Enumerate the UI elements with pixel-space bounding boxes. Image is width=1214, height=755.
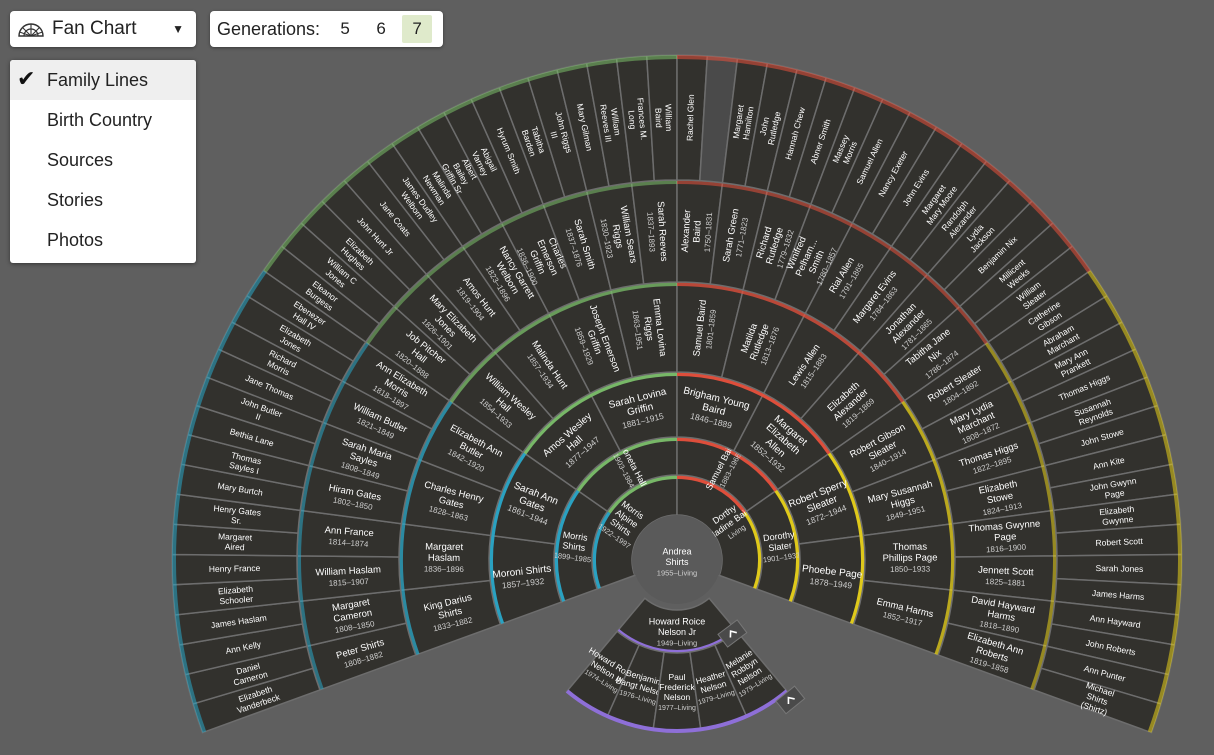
ancestor-label: Ann France1814–1874 [324, 525, 374, 549]
person-name: Thomas [893, 542, 928, 553]
ancestor-label: MargaretCameron1808–1850 [331, 597, 375, 635]
person-name: Baird [653, 108, 664, 128]
person-name: Paul [668, 672, 685, 682]
person-name: Shirts [665, 557, 689, 567]
person-name: Long [626, 110, 638, 130]
caret-down-icon: ▼ [172, 22, 184, 36]
person-name: Howard Roice [649, 617, 706, 627]
person-name: Rachel Glen [685, 94, 696, 141]
ancestor-label: MargaretHaslam1836–1896 [424, 542, 465, 574]
person-name: Page [994, 531, 1017, 544]
generation-option-6[interactable]: 6 [366, 15, 396, 43]
view-mode-menu: ✔ Family Lines Birth Country Sources Sto… [10, 60, 196, 263]
person-dates: 1949–Living [657, 639, 697, 648]
descendant-fan: Howard RoiceNelson Jr1949–LivingHoward R… [565, 597, 806, 733]
person-name: Margaret [425, 542, 463, 553]
person-name: Phillips Page [882, 552, 937, 564]
menu-item-family-lines[interactable]: ✔ Family Lines [10, 60, 196, 100]
menu-item-label: Sources [47, 149, 114, 170]
checkmark-icon: ✔ [17, 66, 36, 91]
menu-item-label: Photos [47, 229, 104, 250]
person-name: Frederick [659, 682, 695, 692]
person-name: Nelson [664, 692, 691, 702]
generation-option-5[interactable]: 5 [330, 15, 360, 43]
fan-chart-icon [18, 23, 44, 37]
person-dates: 1977–Living [658, 705, 696, 712]
chart-type-label: Fan Chart [52, 18, 137, 39]
person-dates: 1955–Living [657, 569, 697, 578]
ancestor-label: Sarah Jones [1095, 563, 1143, 574]
person-dates: 1836–1896 [424, 565, 465, 574]
chart-type-dropdown[interactable]: Fan Chart ▼ [10, 11, 196, 47]
person-dates: 1850–1933 [890, 565, 931, 574]
ancestor-label: WilliamBaird [653, 104, 674, 132]
menu-item-birth-country[interactable]: Birth Country [10, 100, 196, 140]
generation-option-7[interactable]: 7 [402, 15, 433, 43]
person-name: Margaret [218, 531, 253, 542]
menu-item-stories[interactable]: Stories [10, 180, 196, 220]
ancestor-label: ElizabethGwynne [1099, 504, 1135, 527]
menu-item-sources[interactable]: Sources [10, 140, 196, 180]
menu-item-label: Stories [47, 189, 104, 210]
ancestor-label: ElizabethSchooler [218, 584, 254, 607]
person-name: Sarah Jones [1095, 563, 1143, 574]
ancestor-label: Rachel Glen [685, 94, 696, 141]
person-name: Haslam [428, 553, 460, 564]
person-name: Aired [225, 541, 246, 552]
menu-item-label: Family Lines [47, 69, 149, 90]
generations-label: Generations: [217, 18, 321, 39]
person-name: Robert Scott [1095, 536, 1143, 548]
menu-item-label: Birth Country [47, 109, 153, 130]
ancestor-label: Robert Scott [1095, 536, 1143, 548]
person-name: Andrea [662, 547, 691, 557]
person-name: Nelson Jr [658, 627, 696, 637]
person-name: Baird [691, 220, 703, 243]
person-name: Henry France [209, 563, 261, 574]
generations-selector: Generations: 5 6 7 [210, 11, 443, 47]
person-name: Sr. [231, 515, 242, 526]
menu-item-photos[interactable]: Photos [10, 220, 196, 260]
ancestor-label: Henry France [209, 563, 261, 574]
